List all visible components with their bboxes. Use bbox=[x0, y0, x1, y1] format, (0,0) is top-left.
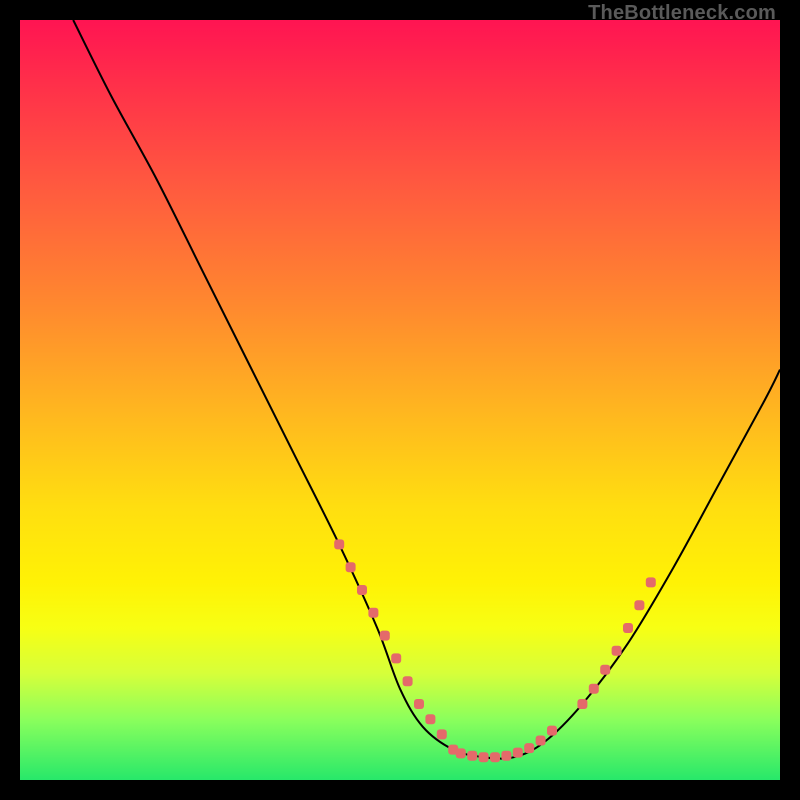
highlight-dot bbox=[612, 646, 622, 656]
highlight-dot bbox=[414, 699, 424, 709]
highlight-dot bbox=[391, 653, 401, 663]
series-bottleneck-curve bbox=[73, 20, 780, 759]
highlight-dot bbox=[536, 736, 546, 746]
highlight-dot bbox=[380, 631, 390, 641]
series-highlight-dots-left bbox=[334, 539, 458, 754]
highlight-dot bbox=[577, 699, 587, 709]
highlight-dot bbox=[346, 562, 356, 572]
highlight-dot bbox=[490, 752, 500, 762]
highlight-dot bbox=[547, 726, 557, 736]
highlight-dot bbox=[368, 608, 378, 618]
highlight-dot bbox=[634, 600, 644, 610]
stage: TheBottleneck.com bbox=[0, 0, 800, 800]
highlight-dot bbox=[600, 665, 610, 675]
highlight-dot bbox=[524, 743, 534, 753]
highlight-dot bbox=[513, 748, 523, 758]
plot-area bbox=[20, 20, 780, 780]
highlight-dot bbox=[334, 539, 344, 549]
highlight-dot bbox=[646, 577, 656, 587]
highlight-dot bbox=[357, 585, 367, 595]
chart-svg bbox=[20, 20, 780, 780]
highlight-dot bbox=[403, 676, 413, 686]
series-highlight-dots-right bbox=[577, 577, 655, 709]
bottleneck-curve-path bbox=[73, 20, 780, 759]
highlight-dot bbox=[437, 729, 447, 739]
series-highlight-dots-bottom bbox=[456, 726, 557, 763]
highlight-dot bbox=[425, 714, 435, 724]
highlight-dot bbox=[623, 623, 633, 633]
highlight-dot bbox=[467, 751, 477, 761]
highlight-dot bbox=[589, 684, 599, 694]
highlight-dot bbox=[501, 751, 511, 761]
highlight-dot bbox=[456, 748, 466, 758]
highlight-dot bbox=[479, 752, 489, 762]
